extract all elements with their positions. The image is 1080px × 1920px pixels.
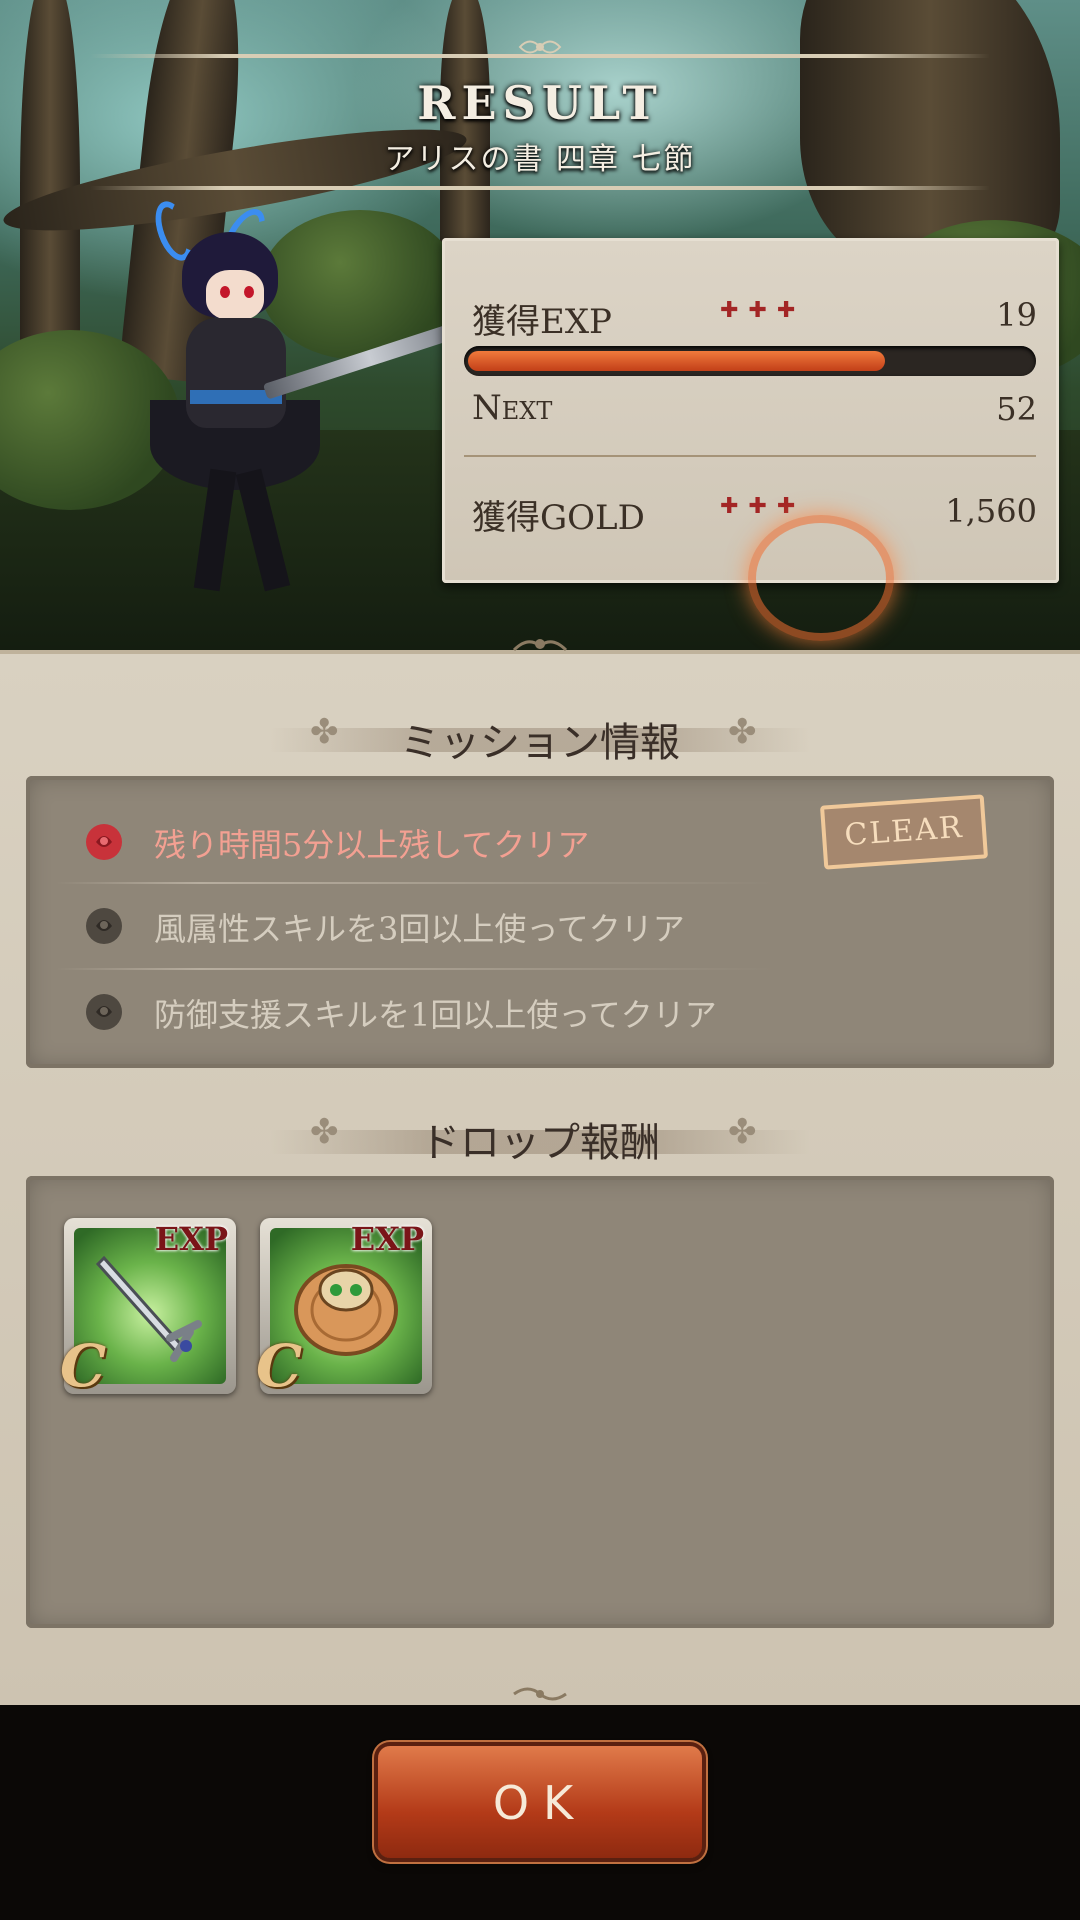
item-exp-tag: EXP [350,1220,424,1258]
drop-item[interactable]: EXP C [60,1218,236,1400]
clear-stamp: CLEAR [819,794,989,870]
exp-value: 19 [996,296,1037,334]
reward-stats-panel: 獲得EXP ✚✚✚ 19 Next 52 獲得GOLD ✚✚✚ 1,560 [442,238,1059,583]
mission-section-title: ミッション情報 [400,720,680,766]
rose-icon [86,908,122,944]
mission-item: 残り時間5分以上残してクリア [56,802,796,882]
result-title: RESULT [417,76,663,130]
mission-item: 風属性スキルを3回以上使ってクリア [56,886,796,966]
drop-item[interactable]: EXP C [256,1218,432,1400]
next-value: 52 [996,390,1037,428]
header-ornament-icon [518,40,562,54]
exp-progress-fill [468,351,885,371]
mission-separator [56,882,776,884]
next-label: Next [472,388,553,428]
header-rule-bottom [90,186,990,190]
ok-button[interactable]: OK [378,1746,702,1858]
rose-icon-cleared [86,824,122,860]
clover-icon: ✤ [728,1112,757,1152]
divider-ornament-icon [513,1687,567,1701]
gold-markers: ✚✚✚ [720,494,806,519]
mission-text: 残り時間5分以上残してクリア [154,826,590,864]
stage-subtitle: アリスの書 四章 七節 [384,142,696,177]
gold-value: 1,560 [945,492,1037,530]
exp-markers: ✚✚✚ [720,298,806,323]
rose-icon [86,994,122,1030]
magic-circle-effect [748,515,894,641]
exp-progress-bar [464,346,1036,376]
item-exp-tag: EXP [154,1220,228,1258]
divider-ornament-icon [512,639,568,652]
item-rank: C [60,1332,107,1400]
mission-text: 防御支援スキルを1回以上使ってクリア [154,996,717,1034]
clover-icon: ✤ [728,712,757,752]
drop-section-title: ドロップ報酬 [420,1120,660,1166]
character-sprite [110,196,478,610]
exp-label: 獲得EXP [472,302,612,342]
gold-label: 獲得GOLD [472,498,645,538]
mission-item: 防御支援スキルを1回以上使ってクリア [56,972,796,1052]
mission-text: 風属性スキルを3回以上使ってクリア [154,910,685,948]
stats-divider [464,455,1036,457]
mission-separator [56,968,776,970]
item-rank: C [256,1332,303,1400]
